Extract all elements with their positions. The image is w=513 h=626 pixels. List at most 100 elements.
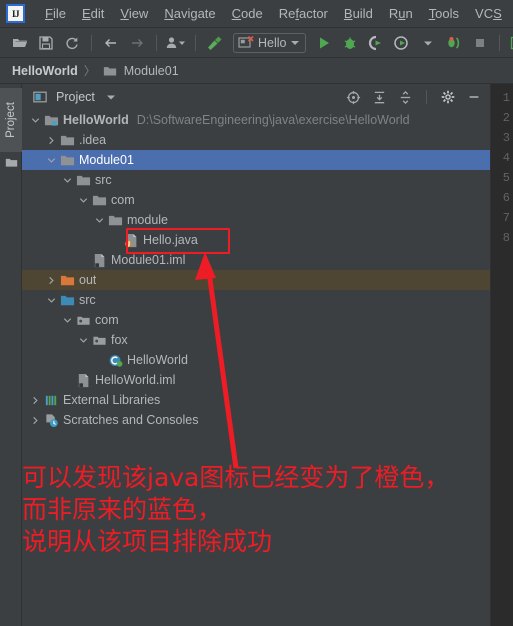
tree-row-label: HelloWorld	[63, 113, 129, 127]
breadcrumb-separator-icon: 〉	[83, 64, 96, 78]
profiler-icon[interactable]	[390, 31, 414, 55]
tree-row-com[interactable]: com	[22, 190, 490, 210]
iml-file-icon	[75, 372, 91, 388]
save-all-icon[interactable]	[34, 31, 58, 55]
tree-row-idea[interactable]: .idea	[22, 130, 490, 150]
menu-item-vcs[interactable]: VCS	[467, 4, 510, 23]
tool-window-tab-project[interactable]: Project	[0, 88, 22, 152]
tree-row-path: D:\SoftwareEngineering\java\exercise\Hel…	[136, 113, 410, 127]
folder-grey-icon	[59, 152, 75, 168]
monitor-icon[interactable]	[507, 31, 513, 55]
run-config-icon	[238, 35, 254, 48]
run-configuration-label: Hello	[258, 35, 287, 50]
tree-row-helloworld[interactable]: HelloWorld	[22, 350, 490, 370]
chevron-down-icon[interactable]	[78, 195, 89, 206]
collapse-all-icon[interactable]	[395, 87, 415, 107]
tree-row-fox[interactable]: fox	[22, 330, 490, 350]
stop-icon[interactable]	[468, 31, 492, 55]
chevron-right-icon[interactable]	[30, 415, 41, 426]
locate-icon[interactable]	[343, 87, 363, 107]
project-tree[interactable]: HelloWorld D:\SoftwareEngineering\java\ex…	[22, 110, 490, 626]
tree-row-module[interactable]: module	[22, 210, 490, 230]
toolbar-separator	[498, 34, 500, 51]
tree-row-module01-iml[interactable]: Module01.iml	[22, 250, 490, 270]
expand-all-icon[interactable]	[369, 87, 389, 107]
package-icon	[91, 332, 107, 348]
menu-item-navigate[interactable]: Navigate	[156, 4, 223, 23]
breadcrumb-module[interactable]: Module01	[124, 64, 179, 78]
project-window-icon	[30, 87, 50, 107]
tree-row-scratches-and-consoles[interactable]: Scratches and Consoles	[22, 410, 490, 430]
tree-row-helloworld[interactable]: HelloWorld D:\SoftwareEngineering\java\ex…	[22, 110, 490, 130]
editor-line-number: 4	[502, 151, 510, 165]
breadcrumb-project[interactable]: HelloWorld	[12, 64, 78, 78]
tree-row-com[interactable]: com	[22, 310, 490, 330]
folder-strip-icon[interactable]	[5, 156, 18, 172]
menu-item-tools[interactable]: Tools	[421, 4, 467, 23]
tree-row-label: src	[79, 293, 96, 307]
menu-item-run[interactable]: Run	[381, 4, 421, 23]
folder-grey-icon	[102, 63, 118, 79]
tool-window-strip: Project	[0, 84, 22, 626]
chevron-down-icon[interactable]	[416, 31, 440, 55]
tree-row-module01[interactable]: Module01	[22, 150, 490, 170]
menu-item-build[interactable]: Build	[336, 4, 381, 23]
run-icon[interactable]	[312, 31, 336, 55]
menu-item-view[interactable]: View	[112, 4, 156, 23]
menu-item-code[interactable]: Code	[224, 4, 271, 23]
navigate-forward-icon[interactable]	[125, 31, 149, 55]
folder-grey-icon	[107, 212, 123, 228]
tree-row-label: Hello.java	[143, 233, 198, 247]
tree-row-src[interactable]: src	[22, 170, 490, 190]
tree-row-label: module	[127, 213, 168, 227]
navigate-back-icon[interactable]	[99, 31, 123, 55]
chevron-right-icon[interactable]	[46, 135, 57, 146]
sync-refresh-icon[interactable]	[60, 31, 84, 55]
chevron-down-icon[interactable]	[78, 335, 89, 346]
main-area: Project Project HelloWorld D:\SoftwareEn…	[0, 84, 513, 626]
menu-item-refactor[interactable]: Refactor	[271, 4, 336, 23]
chevron-down-icon[interactable]	[46, 295, 57, 306]
project-tool-window: Project HelloWorld D:\SoftwareEngineerin…	[22, 84, 490, 626]
tree-row-label: out	[79, 273, 97, 287]
open-folder-icon[interactable]	[8, 31, 32, 55]
tree-row-label: Module01.iml	[111, 253, 186, 267]
editor-line-number: 3	[502, 131, 510, 145]
editor-line-number: 2	[502, 111, 510, 125]
tree-row-label: Scratches and Consoles	[63, 413, 199, 427]
libraries-icon	[43, 392, 59, 408]
tree-row-label: Module01	[79, 153, 134, 167]
menu-bar: IJ File Edit View Navigate Code Refactor…	[0, 0, 513, 28]
tree-row-out[interactable]: out	[22, 270, 490, 290]
menu-item-edit[interactable]: Edit	[74, 4, 112, 23]
tree-row-external-libraries[interactable]: External Libraries	[22, 390, 490, 410]
editor-line-number: 7	[502, 211, 510, 225]
chevron-down-icon[interactable]	[101, 87, 121, 107]
toolbar-separator	[156, 34, 157, 51]
debug-bug-icon[interactable]	[338, 31, 362, 55]
chevron-right-icon[interactable]	[46, 275, 57, 286]
minimize-icon[interactable]	[464, 87, 484, 107]
editor-line-number: 5	[502, 171, 510, 185]
chevron-down-icon[interactable]	[94, 215, 105, 226]
menu-item-file[interactable]: File	[37, 4, 74, 23]
settings-gear-icon[interactable]	[438, 87, 458, 107]
run-with-coverage-icon[interactable]	[364, 31, 388, 55]
chevron-down-icon[interactable]	[62, 175, 73, 186]
chevron-right-icon[interactable]	[30, 395, 41, 406]
tree-row-helloworld-iml[interactable]: HelloWorld.iml	[22, 370, 490, 390]
chevron-down-icon[interactable]	[290, 40, 299, 45]
chevron-down-icon[interactable]	[46, 155, 57, 166]
tree-row-label: External Libraries	[63, 393, 161, 407]
tree-row-hello-java[interactable]: Hello.java	[22, 230, 490, 250]
profile-dropdown-icon[interactable]	[164, 31, 188, 55]
tree-row-src[interactable]: src	[22, 290, 490, 310]
toolbar-separator	[91, 34, 92, 51]
breadcrumb: HelloWorld 〉 Module01	[0, 58, 513, 84]
run-configuration-selector[interactable]: Hello	[233, 32, 306, 53]
editor-line-number: 1	[502, 91, 510, 105]
chevron-down-icon[interactable]	[30, 115, 41, 126]
chevron-down-icon[interactable]	[62, 315, 73, 326]
attach-debugger-icon[interactable]	[442, 31, 466, 55]
build-hammer-icon[interactable]	[203, 31, 227, 55]
